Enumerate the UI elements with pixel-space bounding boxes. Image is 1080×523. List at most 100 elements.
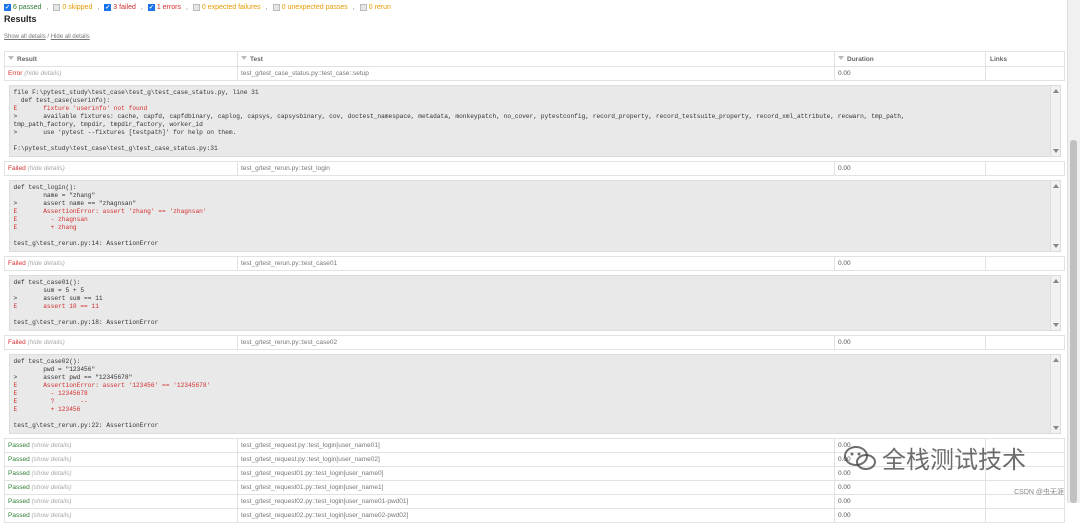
log-line: def test_case02(): (13, 358, 81, 365)
log-line: test_g\test_rerun.py:18: AssertionError (13, 319, 159, 326)
filter-checkbox[interactable] (53, 4, 61, 11)
filter-checkbox[interactable] (272, 4, 280, 11)
filter-3[interactable]: 1 errors (147, 4, 181, 11)
filter-5[interactable]: 0 unexpected passes (272, 4, 348, 11)
filter-2[interactable]: 3 failed (104, 4, 136, 11)
details-cell: file F:\pytest_study\test_case\test_g\te… (5, 81, 1065, 162)
filter-1[interactable]: 0 skipped (53, 4, 92, 11)
links-cell (985, 161, 1065, 176)
toggle-details-link[interactable]: (show details) (32, 442, 72, 449)
filter-separator: , (46, 4, 49, 11)
table-row: Failed (hide details) test_g/test_rerun.p… (4, 256, 1065, 271)
log-output[interactable]: def test_login(): name = "zhang" > assert… (8, 180, 1061, 252)
log-scrollbar[interactable] (1049, 181, 1060, 251)
toggle-details-link[interactable]: (hide details) (28, 165, 65, 172)
log-output[interactable]: def test_case02(): pwd = "123456" > asser… (8, 354, 1061, 434)
test-cell: test_g/test_request02.py::test_login[use… (237, 508, 835, 523)
log-line: test_g\test_rerun.py:14: AssertionError (13, 240, 159, 247)
show-all-details-link[interactable]: Show all details (4, 34, 46, 40)
test-cell: test_g/test_case_status.py::test_case::s… (237, 66, 835, 81)
details-row: def test_login(): name = "zhang" > assert… (5, 176, 1065, 257)
table-row: Passed (show details) test_g/test_request… (4, 494, 1065, 509)
test-cell: test_g/test_request02.py::test_login[use… (237, 494, 835, 509)
log-scrollbar[interactable] (1049, 86, 1060, 156)
hide-all-details-link[interactable]: Hide all details (51, 34, 90, 40)
result-cell[interactable]: Failed (hide details) (4, 161, 238, 176)
result-status: Failed (8, 339, 26, 346)
log-line: file F:\pytest_study\test_case\test_g\te… (13, 89, 259, 96)
table-row: Failed (hide details) test_g/test_rerun.p… (4, 161, 1065, 176)
page-scrollbar[interactable] (1067, 0, 1080, 503)
duration-cell: 0.00 (834, 256, 986, 271)
log-scrollbar[interactable] (1049, 355, 1060, 433)
result-cell[interactable]: Passed (show details) (4, 508, 238, 523)
result-cell[interactable]: Passed (show details) (4, 438, 238, 453)
log-line: sum = 5 + 5 (13, 287, 85, 294)
table-row: Passed (show details) test_g/test_request… (4, 480, 1065, 495)
result-status: Passed (8, 470, 30, 477)
log-line: def test_case01(): (13, 279, 81, 286)
log-output[interactable]: def test_case01(): sum = 5 + 5 > assert s… (8, 275, 1061, 331)
details-row: def test_case02(): pwd = "123456" > asser… (5, 350, 1065, 439)
test-column-header[interactable]: Test (237, 51, 835, 67)
result-status: Passed (8, 498, 30, 505)
log-line: E AssertionError: assert '123456' == '12… (13, 382, 211, 389)
filter-6[interactable]: 0 rerun (359, 4, 391, 11)
toggle-separator: / (47, 34, 50, 40)
links-cell (985, 335, 1065, 350)
sort-icon (8, 56, 14, 60)
scrollbar-thumb[interactable] (1070, 140, 1077, 503)
log-line: > assert sum == 11 (13, 295, 103, 302)
filter-separator: , (352, 4, 355, 11)
result-status: Passed (8, 484, 30, 491)
filter-checkbox[interactable] (147, 4, 155, 11)
result-column-header[interactable]: Result (4, 51, 238, 67)
toggle-details-link[interactable]: (hide details) (24, 70, 61, 77)
filter-0[interactable]: 6 passed (4, 4, 41, 11)
results-table: Result Test Duration Links Error (hide d… (4, 51, 1065, 523)
toggle-details-link[interactable]: (show details) (32, 498, 72, 505)
result-cell[interactable]: Passed (show details) (4, 452, 238, 467)
log-line: pwd = "123456" (13, 366, 96, 373)
result-status: Error (8, 70, 23, 77)
log-line: ​ (14, 311, 1046, 319)
filter-4[interactable]: 0 expected failures (192, 4, 261, 11)
toggle-details-link[interactable]: (hide details) (28, 339, 65, 346)
result-cell[interactable]: Passed (show details) (4, 480, 238, 495)
log-scrollbar[interactable] (1049, 276, 1060, 330)
test-cell: test_g/test_request.py::test_login[user_… (237, 438, 835, 453)
toggle-details-link[interactable]: (show details) (32, 456, 72, 463)
filter-checkbox[interactable] (359, 4, 367, 11)
filter-label: 6 passed (13, 4, 42, 11)
log-output[interactable]: file F:\pytest_study\test_case\test_g\te… (8, 85, 1061, 157)
filter-separator: , (140, 4, 143, 11)
log-line: tmp_path_factory, tmpdir, tmpdir_factory… (13, 121, 203, 128)
duration-column-header[interactable]: Duration (834, 51, 986, 67)
filter-checkbox[interactable] (104, 4, 112, 11)
test-cell: test_g/test_request01.py::test_login[use… (237, 480, 835, 495)
result-cell[interactable]: Failed (hide details) (4, 256, 238, 271)
result-cell[interactable]: Error (hide details) (4, 66, 238, 81)
log-line: def test_case(userinfo): (13, 97, 111, 104)
toggle-details-link[interactable]: (show details) (32, 512, 72, 519)
links-column-header: Links (985, 51, 1065, 67)
log-line: > available fixtures: cache, capfd, capf… (13, 113, 905, 120)
log-line: > assert pwd == "12345678" (13, 374, 133, 381)
test-cell: test_g/test_rerun.py::test_case01 (237, 256, 835, 271)
filter-checkbox[interactable] (4, 4, 11, 11)
table-row: Error (hide details) test_g/test_case_sta… (4, 66, 1065, 81)
toggle-details-link[interactable]: (hide details) (28, 260, 65, 267)
log-line: > use 'pytest --fixtures [testpath]' for… (13, 129, 237, 136)
details-row: def test_case01(): sum = 5 + 5 > assert s… (5, 271, 1065, 336)
toggle-details-link[interactable]: (show details) (32, 484, 72, 491)
toggle-details-link[interactable]: (show details) (32, 470, 72, 477)
filter-checkbox[interactable] (192, 4, 200, 11)
result-cell[interactable]: Failed (hide details) (4, 335, 238, 350)
result-cell[interactable]: Passed (show details) (4, 466, 238, 481)
result-status: Failed (8, 260, 26, 267)
filter-separator: , (185, 4, 188, 11)
duration-cell: 0.00 (834, 494, 986, 509)
result-filters: 6 passed, 0 skipped, 3 failed, 1 errors, 0 e… (4, 2, 391, 13)
result-cell[interactable]: Passed (show details) (4, 494, 238, 509)
log-line: E assert 10 == 11 (13, 303, 99, 310)
